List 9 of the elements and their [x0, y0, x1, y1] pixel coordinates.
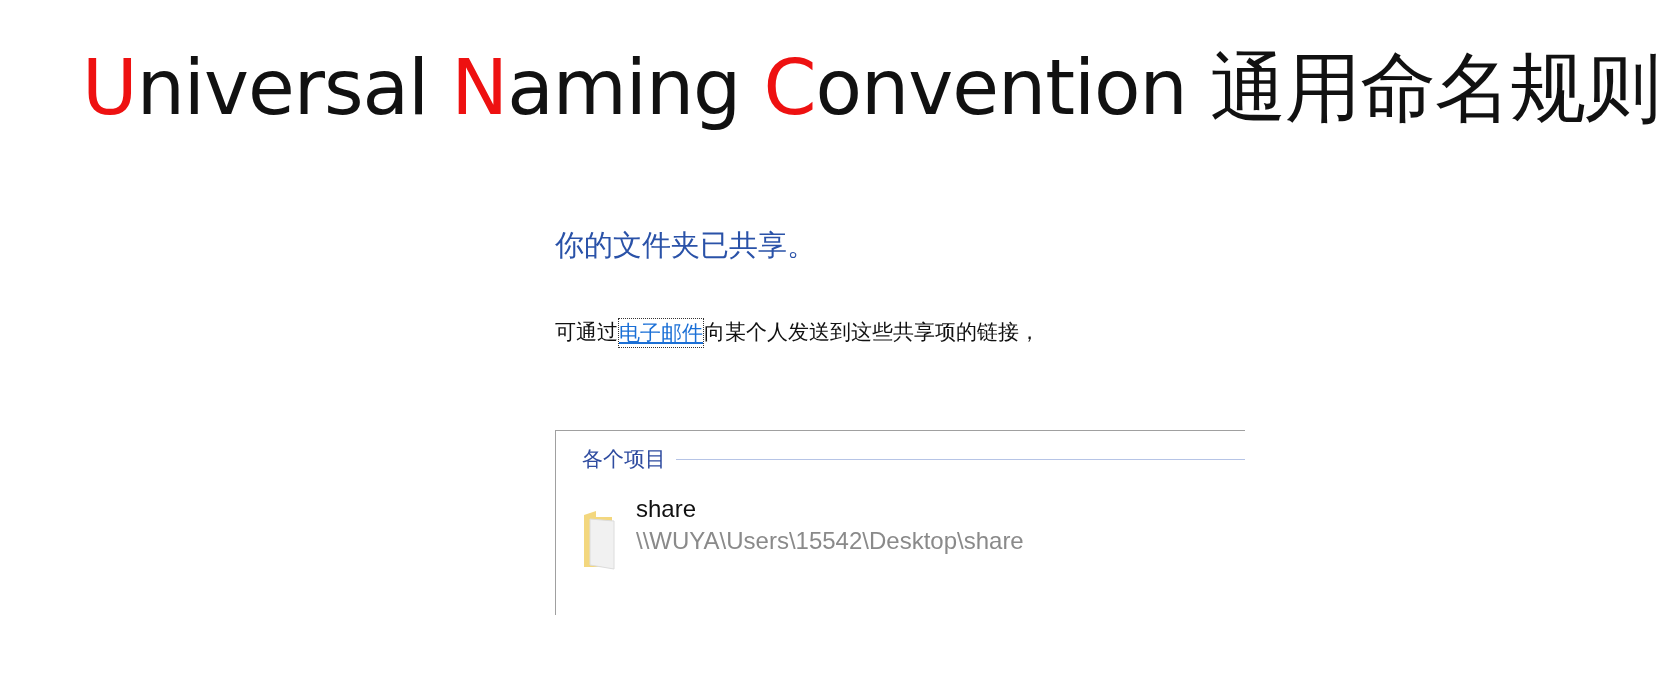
- slide-title: Universal Naming Convention 通用命名规则: [82, 42, 1660, 134]
- item-name[interactable]: share: [636, 495, 1024, 523]
- email-link[interactable]: 电子邮件: [618, 318, 704, 348]
- message-text: 向某个人发送到这些共享项的链接，: [704, 319, 1040, 346]
- item-path: \\WUYA\Users\15542\Desktop\share: [636, 527, 1024, 555]
- share-heading: 你的文件夹已共享。: [555, 227, 817, 264]
- folder-icon: [582, 509, 616, 571]
- group-label: 各个项目: [582, 446, 666, 473]
- message-text: 可通过: [555, 319, 618, 346]
